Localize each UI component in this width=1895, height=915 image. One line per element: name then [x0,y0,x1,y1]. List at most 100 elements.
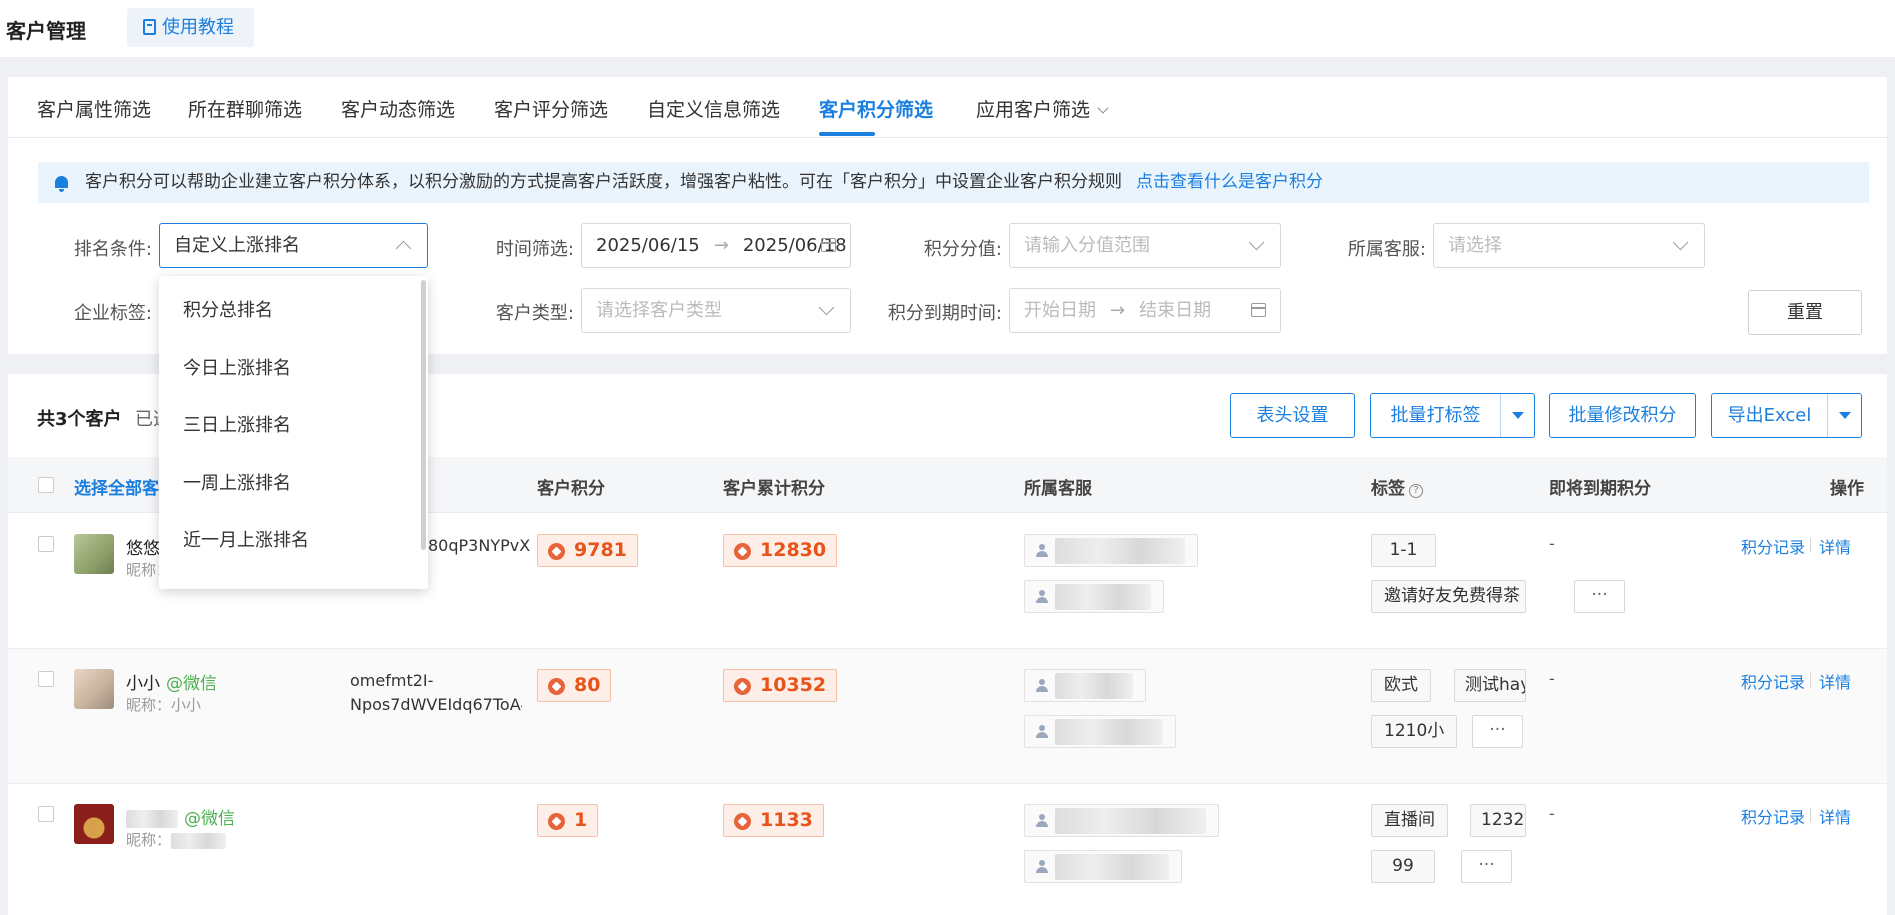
tab-app-customer[interactable]: 应用客户筛选 [976,95,1109,122]
agent-name-blurred [1055,719,1163,745]
rank-option-week[interactable]: 一周上涨排名 [183,469,291,495]
batch-tag-label: 批量打标签 [1390,405,1481,426]
row-checkbox[interactable] [38,806,54,822]
user-icon [1036,544,1048,558]
customer-type-select[interactable]: 请选择客户类型 [581,288,851,333]
user-icon [1036,590,1048,604]
header-settings-button[interactable]: 表头设置 [1230,393,1355,438]
points-record-link[interactable]: 积分记录 [1741,669,1805,693]
customer-id: omefmt2I- Npos7dWVEIdq67ToA4 [350,669,522,717]
tag-chip: 测试hay [1454,669,1526,702]
more-tags-button[interactable]: ··· [1472,715,1523,748]
tutorial-label: 使用教程 [162,17,234,38]
points-range-select[interactable]: 请输入分值范围 [1009,223,1281,268]
rank-option-total[interactable]: 积分总排名 [183,296,273,322]
customer-type-placeholder: 请选择客户类型 [596,300,722,321]
select-all-checkbox[interactable] [38,477,54,493]
more-tags-button[interactable]: ··· [1461,850,1512,883]
enterprise-tag-label: 企业标签: [73,303,152,324]
customer-id-line1: omefmt2I- [350,671,434,690]
row-checkbox[interactable] [38,536,54,552]
tab-customer-activity[interactable]: 客户动态筛选 [341,95,455,122]
caret-down-icon[interactable] [1500,394,1534,437]
expire-range-picker[interactable]: 开始日期 → 结束日期 [1009,288,1281,333]
arrow-right-icon: → [713,235,729,256]
dropdown-scrollbar[interactable] [421,280,426,550]
user-icon [1036,814,1048,828]
tag-chip: 邀请好友免费得茶 [1371,580,1526,613]
customer-nickname: 昵称： [126,829,227,850]
points-help-link[interactable]: 点击查看什么是客户积分 [1136,172,1323,192]
tab-customer-attributes[interactable]: 客户属性筛选 [37,95,151,122]
customer-name[interactable]: 小小 @微信 [126,669,217,694]
total-count: 共3个客户 [37,409,122,430]
col-ops: 操作 [1830,479,1864,499]
wechat-badge: @微信 [184,809,235,829]
tag-chip: 1-1 [1371,534,1436,567]
bell-icon [55,176,68,192]
details-link[interactable]: 详情 [1819,804,1851,828]
reset-button[interactable]: 重置 [1748,290,1862,335]
tag-chip: 1210小 [1371,715,1458,748]
tab-group-chat[interactable]: 所在群聊筛选 [188,95,302,122]
op-divider [1810,538,1811,552]
time-range-picker[interactable]: 2025/06/15 → 2025/06/18 [581,223,851,268]
details-link[interactable]: 详情 [1819,669,1851,693]
tutorial-button[interactable]: 使用教程 [127,8,254,47]
rank-select[interactable]: 自定义上涨排名 [159,223,428,268]
table-row: 小小 @微信 昵称：小小 omefmt2I- Npos7dWVEIdq67ToA4 … [8,649,1887,784]
more-tags-button[interactable]: ··· [1574,580,1625,613]
agent-placeholder: 请选择 [1448,235,1502,256]
agent-select[interactable]: 请选择 [1433,223,1705,268]
export-label: 导出Excel [1727,405,1812,426]
rank-value: 自定义上涨排名 [174,235,300,256]
tab-custom-info[interactable]: 自定义信息筛选 [647,95,780,122]
chevron-up-icon [395,240,412,257]
rank-option-three-days[interactable]: 三日上涨排名 [183,411,291,437]
expiring-points: - [1549,669,1555,688]
tab-customer-rating[interactable]: 客户评分筛选 [494,95,608,122]
batch-tag-button[interactable]: 批量打标签 [1370,393,1535,438]
total-points-value: 1133 [760,809,813,831]
user-icon [1036,725,1048,739]
op-divider [1810,673,1811,687]
export-excel-button[interactable]: 导出Excel [1711,393,1862,438]
notice-text: 客户积分可以帮助企业建立客户积分体系，以积分激励的方式提高客户活跃度，增强客户粘… [85,172,1122,192]
coin-icon [734,813,751,830]
details-link[interactable]: 详情 [1819,534,1851,558]
book-icon [143,19,156,35]
avatar [74,804,114,844]
rank-label: 排名条件: [73,239,152,260]
help-icon[interactable]: ? [1409,484,1423,498]
tag-chip: 12321 [1470,804,1526,837]
points-badge: 1 [537,804,599,837]
caret-down-icon[interactable] [1827,394,1861,437]
tag-chip: 欧式 [1371,669,1431,702]
customer-type-label: 客户类型: [495,303,574,324]
coin-icon [548,813,565,830]
nickname-blurred [171,832,227,849]
col-total-points: 客户累计积分 [723,479,825,499]
agent-name-blurred [1055,808,1206,834]
wechat-badge: @微信 [166,674,217,694]
col-tags-label: 标签 [1371,479,1405,499]
customer-name[interactable]: @微信 [126,804,235,829]
batch-points-button[interactable]: 批量修改积分 [1549,393,1696,438]
points-record-link[interactable]: 积分记录 [1741,804,1805,828]
agent-chip [1024,850,1182,883]
customer-name-text: 小小 [126,674,160,694]
op-divider [1810,808,1811,822]
total-points-badge: 12830 [723,534,838,567]
points-placeholder: 请输入分值范围 [1024,235,1150,256]
tab-customer-points[interactable]: 客户积分筛选 [819,95,933,122]
points-value: 1 [574,809,588,831]
page-title: 客户管理 [6,19,86,43]
row-checkbox[interactable] [38,671,54,687]
arrow-right-icon: → [1110,300,1126,321]
points-record-link[interactable]: 积分记录 [1741,534,1805,558]
rank-option-month[interactable]: 近一月上涨排名 [183,526,309,552]
rank-option-today[interactable]: 今日上涨排名 [183,354,291,380]
chevron-down-icon [1672,234,1689,251]
agent-chip [1024,804,1219,837]
chevron-down-icon [1097,102,1109,114]
